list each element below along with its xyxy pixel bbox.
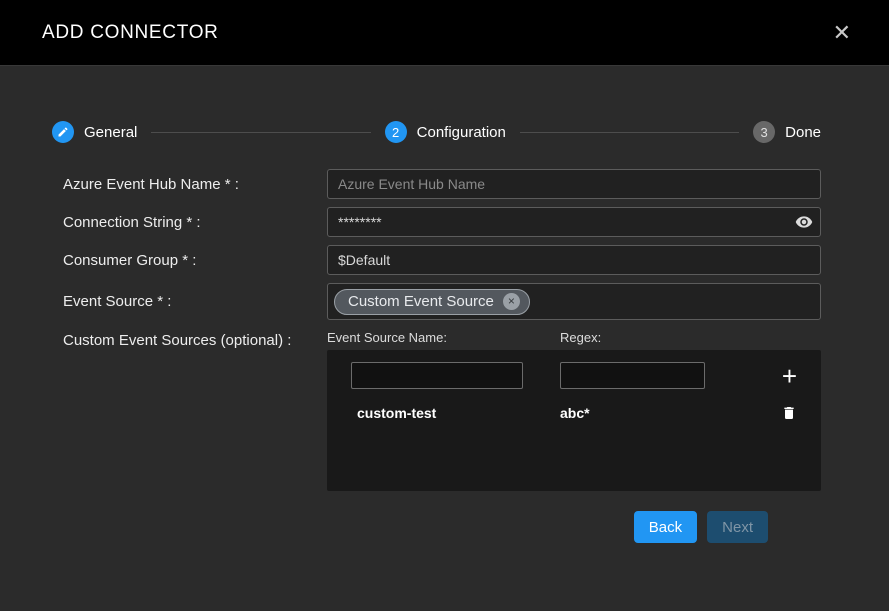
event-source-name-header: Event Source Name: <box>327 330 560 345</box>
custom-source-row: custom-test abc* <box>351 405 797 421</box>
stepper-line <box>520 132 739 133</box>
step-done-label: Done <box>785 124 821 141</box>
event-source-chip[interactable]: Custom Event Source × <box>334 289 530 315</box>
connection-string-label: Connection String * : <box>63 212 327 233</box>
step-configuration[interactable]: 2 Configuration <box>385 121 506 143</box>
event-hub-name-input[interactable] <box>327 169 821 199</box>
regex-header: Regex: <box>560 330 601 345</box>
custom-source-name-value: custom-test <box>351 405 560 421</box>
custom-event-sources-row: Custom Event Sources (optional) : Event … <box>63 330 821 491</box>
close-icon[interactable]: ✕ <box>833 22 851 44</box>
modal-footer: Back Next <box>63 511 768 543</box>
pencil-icon <box>52 121 74 143</box>
step-done-number: 3 <box>753 121 775 143</box>
event-source-label: Event Source * : <box>63 291 327 312</box>
step-general-label: General <box>84 124 137 141</box>
modal-header: ADD CONNECTOR ✕ <box>0 0 889 66</box>
event-hub-name-label: Azure Event Hub Name * : <box>63 174 327 195</box>
connection-string-input[interactable] <box>327 207 821 237</box>
chip-remove-icon[interactable]: × <box>503 293 520 310</box>
stepper: General 2 Configuration 3 Done <box>52 121 821 143</box>
modal-title: ADD CONNECTOR <box>42 22 219 44</box>
custom-source-regex-input[interactable] <box>560 362 705 389</box>
custom-event-sources-label: Custom Event Sources (optional) : <box>63 330 327 351</box>
step-configuration-label: Configuration <box>417 124 506 141</box>
consumer-group-input[interactable] <box>327 245 821 275</box>
event-source-row: Event Source * : Custom Event Source × <box>63 283 821 320</box>
connector-form: Azure Event Hub Name * : Connection Stri… <box>63 169 821 543</box>
connection-string-row: Connection String * : <box>63 207 821 237</box>
event-hub-name-row: Azure Event Hub Name * : <box>63 169 821 199</box>
consumer-group-row: Consumer Group * : <box>63 245 821 275</box>
eye-icon[interactable] <box>795 213 813 231</box>
back-button[interactable]: Back <box>634 511 697 543</box>
step-configuration-number: 2 <box>385 121 407 143</box>
stepper-line <box>151 132 370 133</box>
consumer-group-label: Consumer Group * : <box>63 250 327 271</box>
step-done[interactable]: 3 Done <box>753 121 821 143</box>
trash-icon[interactable] <box>781 405 797 421</box>
add-icon[interactable]: + <box>782 363 797 389</box>
custom-source-name-input[interactable] <box>351 362 523 389</box>
event-source-chip-label: Custom Event Source <box>348 293 494 310</box>
custom-source-regex-value: abc* <box>560 405 590 421</box>
step-general[interactable]: General <box>52 121 137 143</box>
next-button[interactable]: Next <box>707 511 768 543</box>
event-source-select[interactable]: Custom Event Source × <box>327 283 821 320</box>
add-connector-modal: ADD CONNECTOR ✕ General 2 Configuration … <box>0 0 889 611</box>
custom-event-sources-panel: + custom-test abc* <box>327 350 821 491</box>
